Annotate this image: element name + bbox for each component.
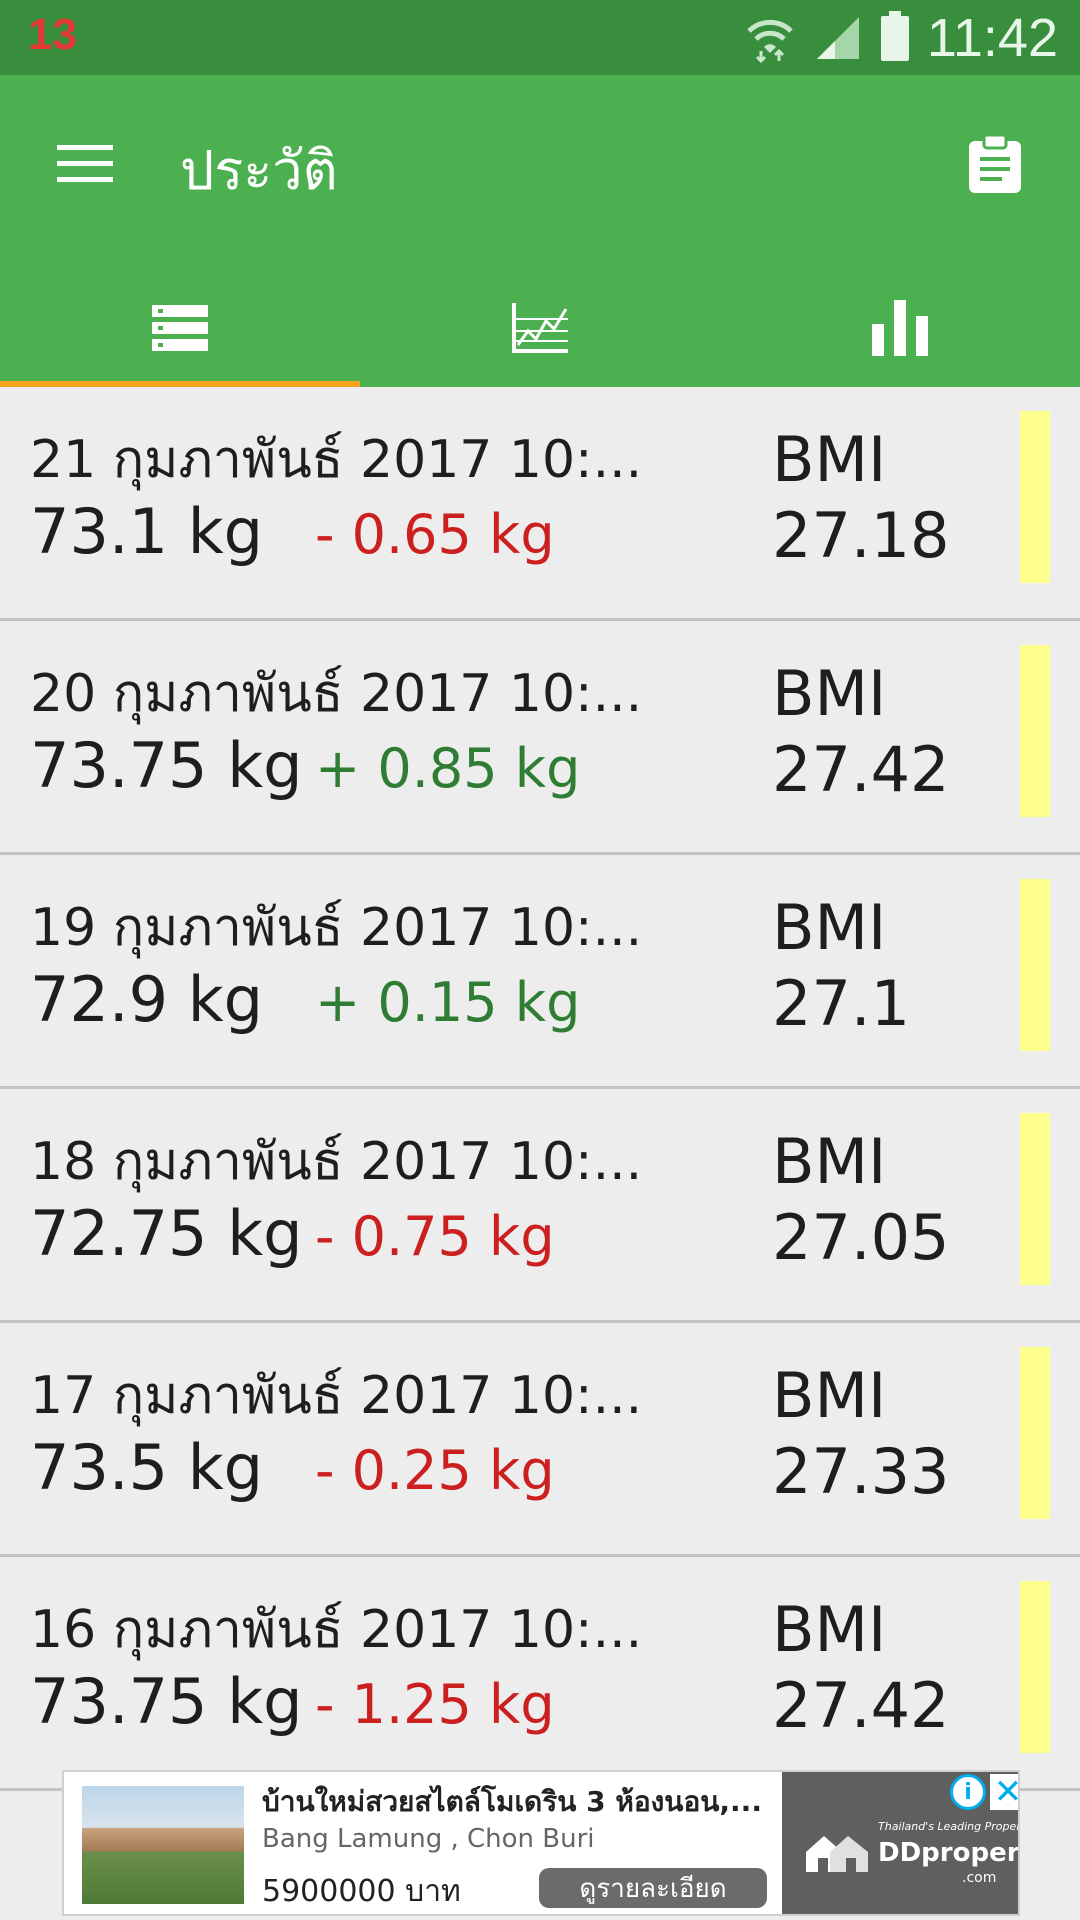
entry-weight: 73.5 kg: [30, 1431, 264, 1504]
clock: 11:42: [926, 8, 1058, 68]
entry-diff: - 0.25 kg: [315, 1439, 555, 1502]
ad-image: [82, 1786, 244, 1904]
signal-icon: [813, 11, 863, 65]
list-item[interactable]: 19 กุมภาพันธ์ 2017 10:... 72.9 kg + 0.15…: [0, 855, 1080, 1089]
ad-info-icon[interactable]: i: [950, 1774, 986, 1810]
entry-weight: 73.75 kg: [30, 729, 303, 802]
page-title: ประวัติ: [180, 139, 338, 202]
battery-icon: [879, 9, 911, 67]
bmi-value: 27.1: [772, 967, 911, 1040]
bmi-value: 27.42: [772, 733, 950, 806]
bar-chart-icon: [872, 299, 928, 360]
line-chart-icon: [510, 301, 570, 359]
ad-brand-name: DDproperty: [878, 1838, 1020, 1868]
entry-date: 20 กุมภาพันธ์ 2017 10:...: [30, 664, 643, 724]
app-bar: ประวัติ: [0, 75, 1080, 387]
entry-date: 18 กุมภาพันธ์ 2017 10:...: [30, 1132, 643, 1192]
ad-title: บ้านใหม่สวยสไตล์โมเดริน 3 ห้องนอน,...: [262, 1785, 762, 1818]
entry-date: 19 กุมภาพันธ์ 2017 10:...: [30, 898, 643, 958]
bmi-indicator: [1020, 1113, 1050, 1285]
menu-icon: [55, 141, 115, 191]
entry-weight: 72.9 kg: [30, 963, 264, 1036]
history-list: 21 กุมภาพันธ์ 2017 10:... 73.1 kg - 0.65…: [0, 387, 1080, 1791]
entry-weight: 73.1 kg: [30, 495, 264, 568]
ad-location: Bang Lamung , Chon Buri: [262, 1824, 595, 1854]
bmi-label: BMI: [772, 657, 887, 730]
entry-diff: - 0.65 kg: [315, 503, 555, 566]
bmi-value: 27.05: [772, 1201, 950, 1274]
status-bar: 13 11:42: [0, 0, 1080, 75]
bmi-value: 27.18: [772, 499, 950, 572]
ad-close-icon[interactable]: ✕: [990, 1772, 1018, 1812]
bmi-indicator: [1020, 879, 1050, 1051]
entry-date: 17 กุมภาพันธ์ 2017 10:...: [30, 1366, 643, 1426]
list-item[interactable]: 18 กุมภาพันธ์ 2017 10:... 72.75 kg - 0.7…: [0, 1089, 1080, 1323]
list-item[interactable]: 21 กุมภาพันธ์ 2017 10:... 73.1 kg - 0.65…: [0, 387, 1080, 621]
bmi-value: 27.42: [772, 1669, 950, 1742]
entry-diff: + 0.15 kg: [315, 971, 581, 1034]
bmi-indicator: [1020, 1347, 1050, 1519]
tab-bar: [0, 272, 1080, 387]
bmi-label: BMI: [772, 1359, 887, 1432]
ad-banner[interactable]: บ้านใหม่สวยสไตล์โมเดริน 3 ห้องนอน,... Ba…: [62, 1770, 1020, 1916]
wifi-icon: [743, 9, 797, 67]
bmi-indicator: [1020, 411, 1050, 583]
entry-diff: - 0.75 kg: [315, 1205, 555, 1268]
entry-diff: - 1.25 kg: [315, 1673, 555, 1736]
clipboard-icon: [966, 133, 1024, 199]
bmi-label: BMI: [772, 1125, 887, 1198]
list-item[interactable]: 16 กุมภาพันธ์ 2017 10:... 73.75 kg - 1.2…: [0, 1557, 1080, 1791]
list-item[interactable]: 20 กุมภาพันธ์ 2017 10:... 73.75 kg + 0.8…: [0, 621, 1080, 855]
bmi-label: BMI: [772, 1593, 887, 1666]
list-icon: [152, 304, 208, 355]
entry-diff: + 0.85 kg: [315, 737, 581, 800]
bmi-label: BMI: [772, 891, 887, 964]
entry-date: 16 กุมภาพันธ์ 2017 10:...: [30, 1600, 643, 1660]
bmi-value: 27.33: [772, 1435, 950, 1508]
ad-brand-domain: .com: [962, 1870, 997, 1886]
entry-date: 21 กุมภาพันธ์ 2017 10:...: [30, 430, 643, 490]
tab-bar-chart[interactable]: [720, 272, 1080, 387]
list-item[interactable]: 17 กุมภาพันธ์ 2017 10:... 73.5 kg - 0.25…: [0, 1323, 1080, 1557]
ad-details-button[interactable]: ดูรายละเอียด: [539, 1868, 767, 1908]
entry-weight: 73.75 kg: [30, 1665, 303, 1738]
bmi-label: BMI: [772, 423, 887, 496]
house-logo-icon: [804, 1828, 870, 1878]
clipboard-button[interactable]: [950, 121, 1040, 211]
entry-weight: 72.75 kg: [30, 1197, 303, 1270]
bmi-indicator: [1020, 1581, 1050, 1753]
ad-brand-tagline: Thailand's Leading Property Site: [878, 1820, 1020, 1833]
tab-line-chart[interactable]: [360, 272, 720, 387]
bmi-indicator: [1020, 645, 1050, 817]
notification-count: 13: [28, 10, 77, 59]
ad-price: 5900000 บาท: [262, 1874, 461, 1909]
tab-list[interactable]: [0, 272, 360, 387]
menu-button[interactable]: [40, 121, 130, 211]
